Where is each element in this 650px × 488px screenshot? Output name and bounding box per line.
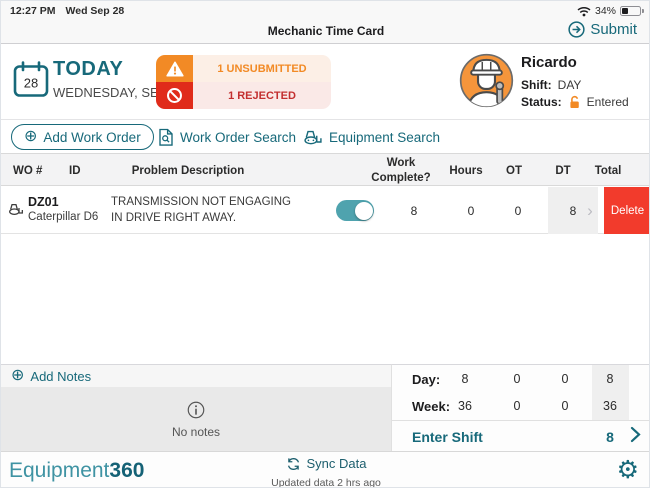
info-icon: [187, 401, 205, 418]
col-id: ID: [69, 164, 81, 177]
battery-percent: 34%: [594, 5, 616, 17]
col-ot: OT: [506, 164, 522, 177]
day-total: 8: [606, 372, 614, 386]
gear-icon[interactable]: ⚙: [617, 455, 639, 485]
submit-arrow-icon: [568, 21, 585, 38]
ot-value: 0: [467, 203, 475, 218]
day-ot: 0: [513, 372, 521, 386]
calendar-day-number: 28: [24, 76, 38, 91]
page-title: Mechanic Time Card: [267, 24, 385, 38]
plus-circle-icon: ⊕: [24, 128, 38, 145]
sync-data-button[interactable]: Sync Data: [286, 456, 367, 471]
shift-label: Shift:: [521, 78, 552, 92]
week-label: Week:: [412, 399, 451, 414]
week-hours: 36: [458, 399, 472, 413]
work-order-number: DZ01: [28, 195, 59, 209]
hours-value: 8: [410, 203, 418, 218]
work-order-search-button[interactable]: Work Order Search: [158, 124, 296, 150]
sync-icon: [287, 457, 299, 470]
sync-data-label: Sync Data: [306, 456, 367, 471]
unlock-icon: [570, 95, 579, 109]
rejected-circle-icon: [156, 82, 193, 109]
add-work-order-button[interactable]: ⊕ Add Work Order: [11, 124, 154, 150]
work-order-search-label: Work Order Search: [180, 129, 297, 145]
col-wo: WO #: [13, 164, 43, 177]
avatar: [459, 53, 514, 113]
table-header: WO # ID Problem Description Work Complet…: [1, 153, 649, 186]
shift-value: DAY: [557, 78, 582, 92]
status-label: Status:: [521, 95, 562, 109]
day-hours: 8: [461, 372, 469, 386]
day-dt: 0: [561, 372, 569, 386]
row-chevron-icon[interactable]: ›: [583, 187, 597, 234]
equipment-dozer-icon: [304, 130, 322, 145]
sync-status-text: Updated data 2 hrs ago: [271, 476, 381, 488]
dt-value: 0: [514, 203, 522, 218]
week-ot: 0: [513, 399, 521, 413]
enter-shift-chevron-icon[interactable]: [630, 426, 641, 443]
notes-empty-state: No notes: [1, 387, 391, 452]
equipment-search-button[interactable]: Equipment Search: [303, 124, 440, 150]
unsubmitted-count: 1 UNSUBMITTED: [193, 55, 331, 82]
enter-shift-button[interactable]: Enter Shift: [412, 429, 483, 445]
col-hours: Hours: [449, 164, 483, 177]
work-order-row[interactable]: DZ01 Caterpillar D6 TRANSMISSION NOT ENG…: [1, 187, 649, 234]
status-bar-right: 34%: [577, 5, 644, 17]
clock: 12:27 PM: [10, 5, 56, 17]
weekday-label: WEDNESDAY, SEP: [53, 85, 168, 100]
unsubmitted-alert[interactable]: 1 UNSUBMITTED: [156, 55, 331, 82]
no-notes-label: No notes: [171, 424, 221, 439]
add-notes-label: Add Notes: [30, 368, 92, 384]
document-search-icon: [159, 128, 173, 146]
shift-line: Shift: DAY: [521, 78, 581, 92]
alert-badges[interactable]: 1 UNSUBMITTED 1 REJECTED: [156, 55, 331, 109]
equipment-id: Caterpillar D6: [28, 211, 99, 223]
toolbar-divider: [1, 119, 649, 120]
plus-circle-icon: ⊕: [11, 367, 25, 384]
rejected-count: 1 REJECTED: [193, 82, 331, 109]
hours-summary: Day: 8 0 0 8 Week: 36 0 0 36 Enter Shift…: [391, 364, 649, 451]
rejected-alert[interactable]: 1 REJECTED: [156, 82, 331, 109]
wifi-icon: [577, 6, 591, 16]
status-bar-left: 12:27 PM Wed Sep 28: [10, 5, 134, 17]
footer: Equipment360 Sync Data Updated data 2 hr…: [1, 451, 649, 488]
warning-triangle-icon: [156, 55, 193, 82]
battery-icon: [620, 6, 641, 16]
status-date: Wed Sep 28: [65, 5, 125, 17]
mechanic-time-card-screen: 12:27 PM Wed Sep 28 34% Mechanic Time Car…: [0, 0, 650, 488]
delete-button[interactable]: Delete: [604, 187, 649, 234]
col-dt: DT: [555, 164, 571, 177]
status-value: Entered: [586, 95, 629, 109]
day-label: Day:: [412, 372, 441, 387]
week-dt: 0: [561, 399, 569, 413]
today-label: TODAY: [53, 58, 124, 80]
work-complete-toggle[interactable]: [336, 200, 374, 221]
notes-section: ⊕ Add Notes No notes: [1, 364, 391, 452]
problem-description: TRANSMISSION NOT ENGAGING IN DRIVE RIGHT…: [111, 196, 291, 225]
week-total: 36: [603, 399, 617, 413]
enter-shift-value: 8: [606, 429, 614, 445]
submit-label: Submit: [590, 21, 637, 38]
calendar-icon: 28: [13, 61, 49, 103]
top-bar: 12:27 PM Wed Sep 28 34% Mechanic Time Car…: [1, 1, 649, 44]
col-total: Total: [594, 164, 622, 177]
add-notes-button[interactable]: ⊕ Add Notes: [11, 368, 91, 384]
dozer-row-icon: [8, 202, 24, 219]
submit-button[interactable]: Submit: [568, 21, 637, 38]
status-line: Status: Entered: [521, 95, 629, 109]
col-work-complete: Work Complete?: [371, 157, 431, 184]
equipment-search-label: Equipment Search: [329, 129, 441, 145]
user-name: Ricardo: [521, 54, 577, 71]
add-work-order-label: Add Work Order: [43, 129, 141, 145]
col-problem-description: Problem Description: [131, 164, 245, 177]
